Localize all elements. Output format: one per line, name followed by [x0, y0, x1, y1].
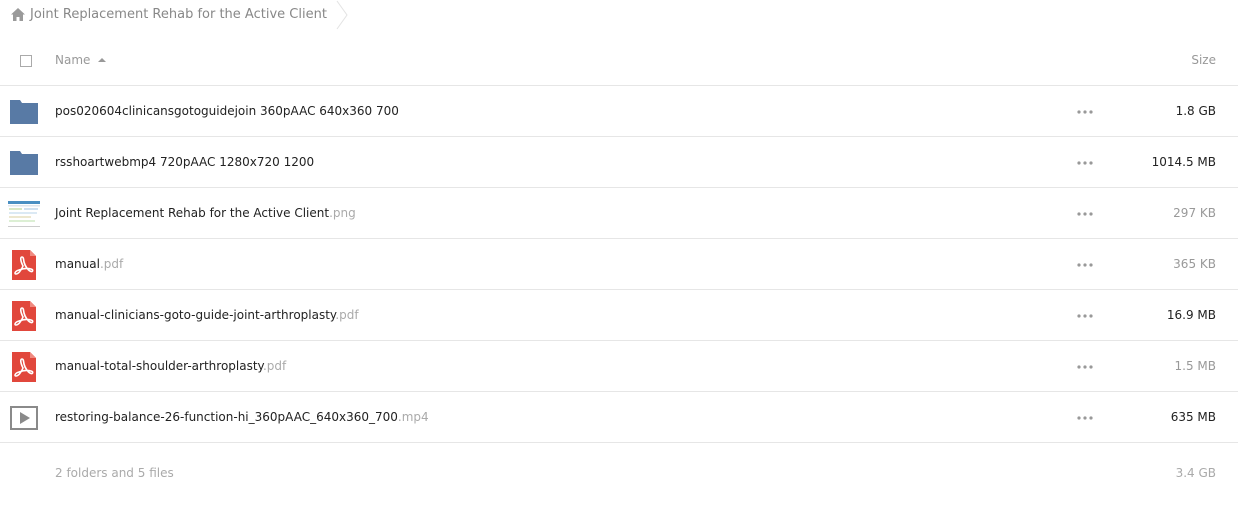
file-size: 16.9 MB	[1166, 308, 1216, 322]
pdf-icon	[12, 250, 36, 280]
file-size: 365 KB	[1173, 257, 1216, 271]
file-row[interactable]: manual.pdf 365 KB	[0, 239, 1238, 290]
name-column-label: Name	[55, 53, 91, 67]
file-list-summary: 2 folders and 5 files 3.4 GB	[0, 443, 1238, 505]
breadcrumb-current-folder[interactable]: Joint Replacement Rehab for the Active C…	[30, 0, 327, 30]
file-name[interactable]: rsshoartwebmp4 720pAAC 1280x720 1200	[55, 137, 314, 188]
video-icon	[10, 406, 38, 430]
home-icon[interactable]	[10, 7, 26, 23]
file-name[interactable]: Joint Replacement Rehab for the Active C…	[55, 188, 356, 239]
file-list-header: Name Size	[0, 36, 1238, 86]
summary-total-size: 3.4 GB	[1175, 466, 1216, 480]
file-row[interactable]: restoring-balance-26-function-hi_360pAAC…	[0, 392, 1238, 443]
file-name[interactable]: pos020604clinicansgotoguidejoin 360pAAC …	[55, 86, 399, 137]
folder-icon	[10, 100, 38, 124]
file-row[interactable]: rsshoartwebmp4 720pAAC 1280x720 1200 101…	[0, 137, 1238, 188]
file-size: 297 KB	[1173, 206, 1216, 220]
file-size: 1.5 MB	[1174, 359, 1216, 373]
file-row[interactable]: pos020604clinicansgotoguidejoin 360pAAC …	[0, 86, 1238, 137]
pdf-icon	[12, 301, 36, 331]
sort-ascending-icon	[98, 58, 107, 62]
file-name[interactable]: manual-total-shoulder-arthroplasty.pdf	[55, 341, 286, 392]
size-column-label[interactable]: Size	[1191, 53, 1216, 67]
more-actions-icon[interactable]	[1077, 365, 1093, 369]
pdf-icon	[12, 352, 36, 382]
file-name[interactable]: manual.pdf	[55, 239, 123, 290]
file-row[interactable]: manual-clinicians-goto-guide-joint-arthr…	[0, 290, 1238, 341]
more-actions-icon[interactable]	[1077, 314, 1093, 318]
more-actions-icon[interactable]	[1077, 416, 1093, 420]
file-name[interactable]: manual-clinicians-goto-guide-joint-arthr…	[55, 290, 359, 341]
summary-count: 2 folders and 5 files	[55, 466, 174, 480]
image-thumbnail	[8, 198, 40, 230]
file-list: pos020604clinicansgotoguidejoin 360pAAC …	[0, 86, 1238, 443]
breadcrumb: Joint Replacement Rehab for the Active C…	[0, 0, 349, 30]
folder-icon	[10, 151, 38, 175]
sort-by-name[interactable]: Name	[55, 53, 107, 67]
breadcrumb-separator-icon	[336, 0, 348, 30]
file-size: 635 MB	[1170, 410, 1216, 424]
file-name[interactable]: restoring-balance-26-function-hi_360pAAC…	[55, 392, 429, 443]
more-actions-icon[interactable]	[1077, 110, 1093, 114]
more-actions-icon[interactable]	[1077, 161, 1093, 165]
file-row[interactable]: Joint Replacement Rehab for the Active C…	[0, 188, 1238, 239]
file-row[interactable]: manual-total-shoulder-arthroplasty.pdf 1…	[0, 341, 1238, 392]
file-size: 1.8 GB	[1175, 104, 1216, 118]
more-actions-icon[interactable]	[1077, 263, 1093, 267]
more-actions-icon[interactable]	[1077, 212, 1093, 216]
select-all-checkbox[interactable]	[20, 55, 32, 67]
file-size: 1014.5 MB	[1151, 155, 1216, 169]
